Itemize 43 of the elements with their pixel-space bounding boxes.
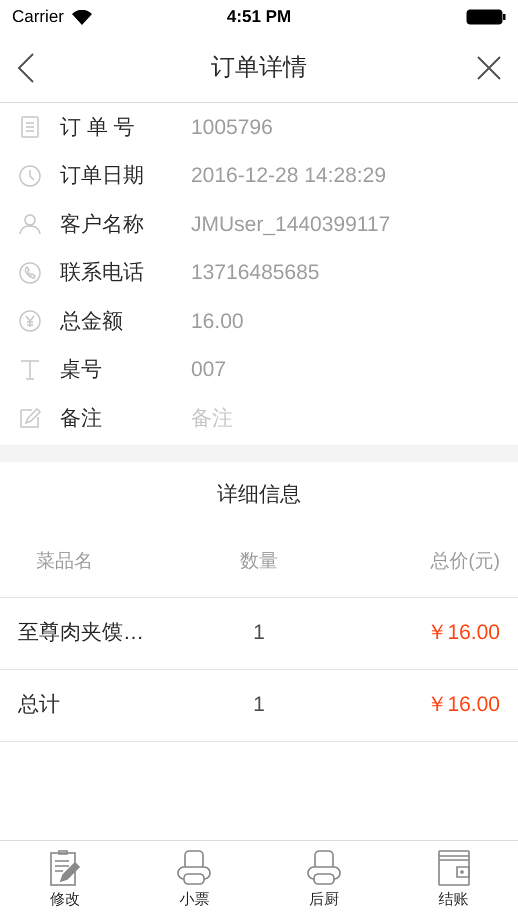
field-label: 备注 — [60, 406, 103, 432]
back-icon — [16, 52, 36, 84]
field-label: 联系电话 — [60, 260, 145, 286]
column-header: 菜品名 — [36, 550, 93, 574]
wifi-icon — [72, 10, 92, 24]
toolbar-button[interactable]: 后厨 — [259, 841, 388, 920]
field-value: 2016-12-28 14:28:29 — [191, 163, 386, 189]
table-icon — [18, 358, 42, 382]
user-icon — [18, 212, 42, 236]
page-title: 订单详情 — [211, 53, 307, 83]
field-label: 订 单 号 — [60, 114, 136, 140]
wallet-icon — [435, 849, 472, 888]
column-header: 总价(元) — [430, 550, 500, 574]
battery-icon — [466, 9, 506, 25]
column-header: 数量 — [240, 550, 278, 574]
printer-icon — [306, 849, 342, 888]
table-cell-text: ￥16.00 — [426, 620, 500, 646]
edit-icon — [18, 406, 42, 430]
table-cell-text: 总计 — [18, 692, 60, 718]
clock-icon — [18, 164, 42, 188]
table-cell-text: 1 — [253, 620, 265, 646]
field-value: 007 — [191, 357, 226, 383]
toolbar-button[interactable]: 修改 — [0, 841, 130, 920]
field-value: 16.00 — [191, 308, 244, 334]
carrier-name: Carrier — [12, 6, 64, 28]
field-value: 1005796 — [191, 114, 273, 140]
close-icon — [476, 55, 502, 81]
table-cell-text: 1 — [253, 692, 265, 718]
field-label: 订单日期 — [60, 163, 145, 189]
section-title: 详细信息 — [217, 482, 301, 508]
yen-icon — [18, 309, 42, 334]
table-cell-text: 至尊肉夹馍… — [18, 620, 144, 646]
printer-icon — [176, 849, 212, 888]
field-value: 13716485685 — [191, 260, 320, 286]
phone-icon — [18, 260, 42, 285]
status-time: 4:51 PM — [226, 6, 292, 28]
field-label: 客户名称 — [60, 212, 145, 238]
table-cell-text: ￥16.00 — [426, 692, 500, 718]
field-label: 桌号 — [60, 357, 103, 383]
toolbar-button[interactable]: 结账 — [388, 841, 518, 920]
toolbar-button[interactable]: 小票 — [130, 841, 259, 920]
field-value: JMUser_1440399117 — [191, 212, 390, 238]
field-label: 总金额 — [60, 308, 124, 334]
